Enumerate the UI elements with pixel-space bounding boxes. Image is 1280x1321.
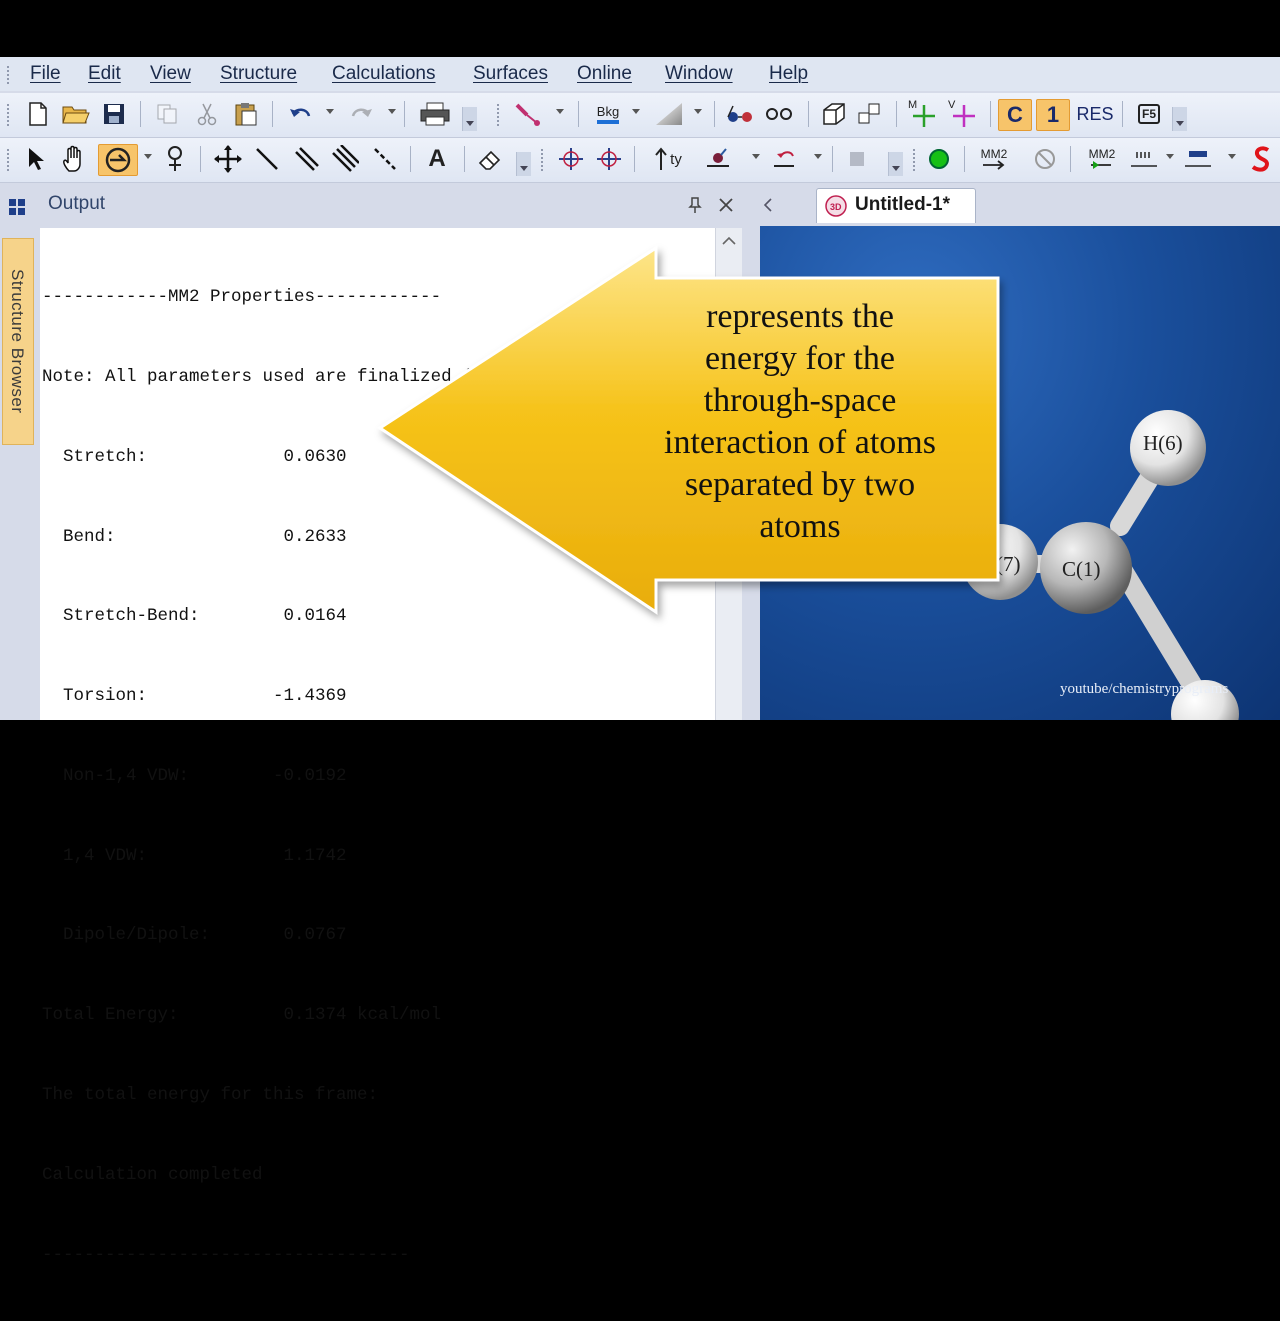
output-line: The total energy for this frame:	[42, 1085, 379, 1105]
output-line: Total Energy: 0.1374 kcal/mol	[42, 1005, 442, 1026]
channel-watermark: youtube/chemistryprograms	[1060, 681, 1229, 697]
callout-text: represents the energy for the through-sp…	[612, 296, 988, 548]
callout-line: interaction of atoms	[664, 424, 936, 461]
output-line: Calculation completed	[42, 1164, 263, 1185]
output-line: 1,4 VDW: 1.1742	[42, 845, 347, 866]
output-line: -----------------------------------	[42, 1244, 410, 1265]
callout-line: atoms	[759, 508, 841, 545]
callout-line: energy for the	[704, 340, 896, 377]
callout-line: represents the	[706, 298, 894, 335]
output-line: Dipole/Dipole: 0.0767	[42, 925, 347, 946]
output-line: Non-1,4 VDW: -0.0192	[42, 765, 347, 786]
callout-line: separated by two	[684, 466, 916, 503]
callout-line: through-space	[703, 382, 897, 419]
